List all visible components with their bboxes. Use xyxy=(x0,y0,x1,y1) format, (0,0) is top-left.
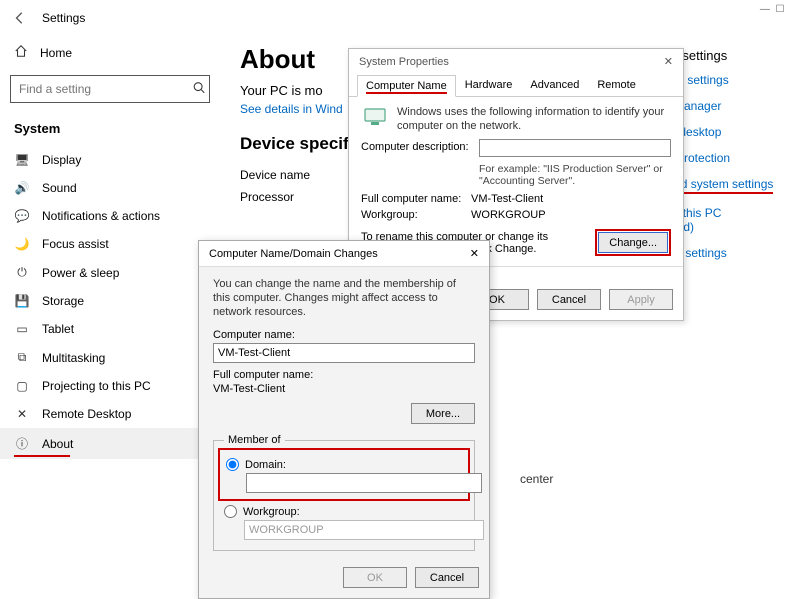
sidebar-item-sound[interactable]: 🔊Sound xyxy=(0,174,220,202)
fullname-value2: VM-Test-Client xyxy=(213,383,475,395)
compname-label: Computer name: xyxy=(213,329,475,341)
domain-radio-label: Domain: xyxy=(245,459,286,471)
domaindlg-cancel-button[interactable]: Cancel xyxy=(415,567,479,588)
workgroup-label: Workgroup: xyxy=(361,209,471,221)
see-details-link[interactable]: See details in Wind xyxy=(240,102,343,116)
back-button[interactable] xyxy=(10,8,30,28)
workgroup-radio[interactable] xyxy=(224,505,237,518)
desc-hint: For example: "IIS Production Server" or … xyxy=(479,163,671,187)
window-title: Settings xyxy=(42,11,85,25)
fullname-value: VM-Test-Client xyxy=(471,193,543,205)
focus-assist-icon: 🌙 xyxy=(14,237,30,251)
search-icon[interactable] xyxy=(192,81,206,98)
notifications-icon: 💬 xyxy=(14,209,30,223)
sysprops-title: System Properties xyxy=(359,56,449,68)
computer-name-input[interactable] xyxy=(213,343,475,363)
search-input[interactable] xyxy=(10,75,210,103)
workgroup-value: WORKGROUP xyxy=(471,209,546,221)
home-icon xyxy=(14,44,28,61)
sysprops-apply-button: Apply xyxy=(609,289,673,310)
remote-desktop-icon: ✕ xyxy=(14,407,30,421)
tab-computer-name[interactable]: Computer Name xyxy=(357,75,456,97)
desc-label: Computer description: xyxy=(361,139,471,153)
change-button[interactable]: Change... xyxy=(598,232,668,253)
domaindlg-ok-button: OK xyxy=(343,567,407,588)
sidebar-home[interactable]: Home xyxy=(0,36,220,69)
sidebar-item-tablet[interactable]: ▭Tablet xyxy=(0,315,220,343)
sound-icon: 🔊 xyxy=(14,181,30,195)
multitasking-icon: ⧉ xyxy=(14,350,30,365)
memberof-legend: Member of xyxy=(224,434,285,446)
sysprops-intro: Windows uses the following information t… xyxy=(397,105,671,133)
power-icon: ⏻ xyxy=(14,265,30,280)
domain-input[interactable] xyxy=(246,473,482,493)
tab-advanced[interactable]: Advanced xyxy=(521,74,588,96)
memberof-group: Member of Domain: Workgroup: xyxy=(213,434,475,551)
domaindlg-title: Computer Name/Domain Changes xyxy=(209,248,378,260)
display-icon: 🖥 xyxy=(14,153,30,167)
sidebar-item-storage[interactable]: 💾Storage xyxy=(0,287,220,315)
tab-remote[interactable]: Remote xyxy=(588,74,645,96)
fullname-label2: Full computer name: xyxy=(213,369,475,381)
back-arrow-icon xyxy=(13,11,27,25)
fullname-label: Full computer name: xyxy=(361,193,471,205)
window-controls[interactable]: — ☐ xyxy=(760,4,790,15)
sidebar-item-projecting[interactable]: ▢Projecting to this PC xyxy=(0,372,220,400)
edition-text-fragment: center xyxy=(520,472,553,486)
sidebar-item-focus-assist[interactable]: 🌙Focus assist xyxy=(0,230,220,258)
workgroup-input xyxy=(244,520,484,540)
sidebar-item-notifications[interactable]: 💬Notifications & actions xyxy=(0,202,220,230)
domain-changes-dialog: Computer Name/Domain Changes ✕ You can c… xyxy=(198,240,490,599)
tablet-icon: ▭ xyxy=(14,322,30,336)
close-icon[interactable]: ✕ xyxy=(664,55,673,68)
close-icon[interactable]: ✕ xyxy=(470,247,479,260)
sidebar-item-multitasking[interactable]: ⧉Multitasking xyxy=(0,343,220,372)
sidebar-item-remote-desktop[interactable]: ✕Remote Desktop xyxy=(0,400,220,428)
about-icon: ⓘ xyxy=(14,435,30,452)
computer-icon xyxy=(361,105,389,127)
sidebar: Home System 🖥Display 🔊Sound 💬Notificatio… xyxy=(0,36,220,532)
sidebar-home-label: Home xyxy=(40,46,72,60)
tab-hardware[interactable]: Hardware xyxy=(456,74,522,96)
sidebar-item-about[interactable]: ⓘAbout xyxy=(0,428,220,459)
more-button[interactable]: More... xyxy=(411,403,475,424)
sysprops-cancel-button[interactable]: Cancel xyxy=(537,289,601,310)
sidebar-item-power[interactable]: ⏻Power & sleep xyxy=(0,258,220,287)
sidebar-item-display[interactable]: 🖥Display xyxy=(0,146,220,174)
domaindlg-intro: You can change the name and the membersh… xyxy=(213,277,475,319)
workgroup-radio-label: Workgroup: xyxy=(243,506,300,518)
storage-icon: 💾 xyxy=(14,294,30,308)
computer-description-input[interactable] xyxy=(479,139,671,157)
domain-radio[interactable] xyxy=(226,458,239,471)
sidebar-group-label: System xyxy=(0,113,220,146)
projecting-icon: ▢ xyxy=(14,379,30,393)
